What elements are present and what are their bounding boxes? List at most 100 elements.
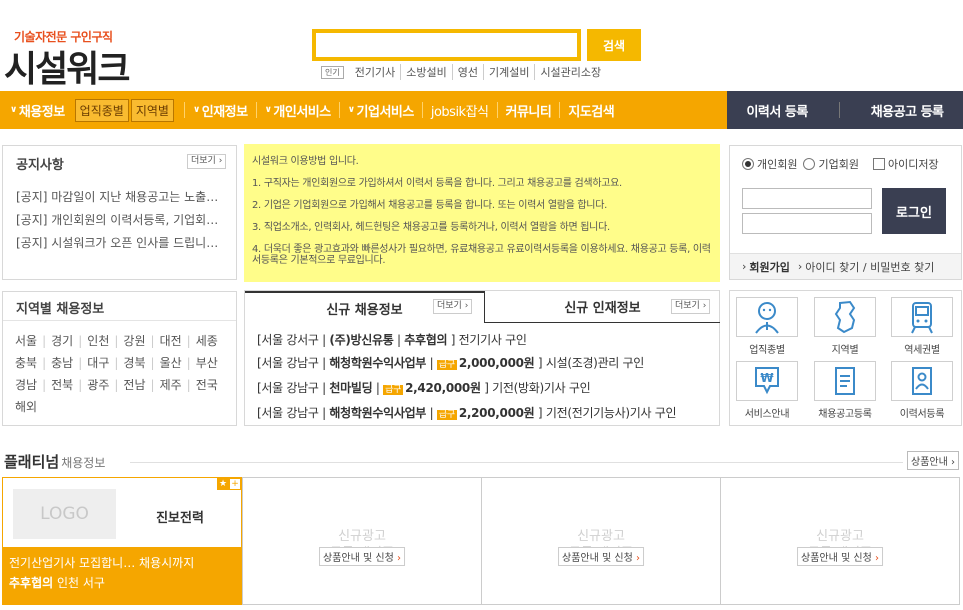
chevron-right-icon: ›	[396, 553, 401, 564]
nav-company-service[interactable]: ∨ 기업서비스	[340, 101, 422, 120]
job-listing[interactable]: [서울 강남구 | 해청학원수익사업부 | 급구 2,200,000원 ] 기전(…	[257, 402, 717, 427]
search-button[interactable]: 검색	[587, 29, 641, 61]
quick-job-register[interactable]: 채용공고등록	[813, 361, 877, 420]
product-info-button[interactable]: 상품안내 ›	[907, 451, 959, 470]
notice-item[interactable]: [공지] 개인회원의 이력서등록, 기업회…	[16, 209, 228, 232]
notice-list: [공지] 마감일이 지난 채용공고는 노출… [공지] 개인회원의 이력서등록,…	[16, 186, 228, 255]
region-row: 서울 | 경기 | 인천 | 강원 | 대전 | 세종	[15, 330, 230, 352]
region-link[interactable]: 전북	[51, 374, 73, 396]
popular-keyword[interactable]: 전기기사	[350, 64, 402, 80]
quick-resume-register[interactable]: 이력서등록	[890, 361, 954, 420]
platinum-ad-slot: 신규광고등록 대기중 상품안내 및 신청 ›	[242, 477, 482, 605]
region-link[interactable]: 대구	[87, 352, 109, 374]
ad-scrap[interactable]: ★ +	[217, 478, 241, 490]
region-link[interactable]: 강원	[123, 330, 145, 352]
nav-sub-region[interactable]: 지역별	[130, 98, 174, 122]
region-link[interactable]: 세종	[196, 330, 218, 352]
site-logo[interactable]: 시설워크	[4, 40, 130, 92]
region-link[interactable]: 인천	[87, 330, 109, 352]
job-listing[interactable]: [서울 강남구 | 해청학원수익사업부 | 급구 2,000,000원 ] 시설(…	[257, 352, 717, 377]
job-listing[interactable]: [서울 강서구 | (주)방신유통 | 추후협의 ] 전기기사 구인	[257, 329, 717, 352]
jobs-more-button[interactable]: 더보기 ›	[433, 299, 473, 314]
region-link[interactable]: 서울	[15, 330, 37, 352]
radio-company[interactable]	[803, 158, 816, 170]
password-input[interactable]	[742, 213, 872, 234]
badge-icon	[891, 361, 953, 401]
save-id-label: 아이디저장	[887, 158, 939, 171]
radio-personal-label: 개인회원	[757, 158, 798, 171]
notice-item[interactable]: [공지] 마감일이 지난 채용공고는 노출…	[16, 186, 228, 209]
nav-sub-industry[interactable]: 업직종별	[74, 98, 129, 122]
job-listing[interactable]: [서울 강남구 | 천마빌딩 | 급구 2,420,000원 ] 기전(방화)기사…	[257, 377, 717, 402]
region-link[interactable]: 부산	[196, 352, 218, 374]
nav-jobs[interactable]: ∨ 채용정보	[0, 101, 73, 120]
radio-company-label: 기업회원	[818, 158, 859, 171]
ad-apply-button[interactable]: 상품안내 및 신청 ›	[319, 547, 405, 566]
popular-keyword[interactable]: 영선	[453, 64, 484, 80]
notice-more-button[interactable]: 더보기 ›	[187, 154, 227, 169]
divider	[3, 320, 236, 321]
main-nav: ∨ 채용정보 업직종별 지역별 ∨ 인재정보 ∨ 개인서비스 ∨ 기업서비스 jobsi…	[0, 91, 963, 129]
region-link[interactable]: 해외	[15, 396, 37, 418]
company-logo-placeholder: LOGO	[13, 489, 116, 539]
notice-item[interactable]: [공지] 시설워크가 오픈 인사를 드립니…	[16, 232, 228, 255]
region-link[interactable]: 경남	[15, 374, 37, 396]
signup-link[interactable]: 회원가입	[749, 259, 789, 275]
notice-title: 공지사항	[16, 158, 64, 173]
popular-keywords: 인기 전기기사 소방설비 영선 기계설비 시설관리소장	[321, 64, 606, 80]
ad-apply-button[interactable]: 상품안내 및 신청 ›	[558, 547, 644, 566]
star-icon: ★	[217, 478, 229, 490]
chevron-down-icon: ∨	[347, 105, 355, 115]
train-icon	[891, 297, 953, 337]
quick-industry[interactable]: 업직종별	[735, 297, 799, 356]
find-account-link[interactable]: 아이디 찾기 / 비밀번호 찾기	[805, 259, 934, 275]
nav-personal-service[interactable]: ∨ 개인서비스	[257, 101, 339, 120]
document-icon	[814, 361, 876, 401]
platinum-ad-slot: 신규광고등록 대기중 상품안내 및 신청 ›	[720, 477, 960, 605]
region-link[interactable]: 충남	[51, 352, 73, 374]
radio-personal[interactable]	[742, 158, 754, 170]
quick-region[interactable]: 지역별	[813, 297, 877, 356]
register-job-button[interactable]: 채용공고 등록	[863, 101, 952, 120]
nav-jobsik[interactable]: jobsik잡식	[423, 101, 497, 120]
nav-map-search[interactable]: 지도검색	[560, 101, 622, 120]
chevron-down-icon: ∨	[264, 105, 272, 115]
region-link[interactable]: 울산	[160, 352, 182, 374]
region-link[interactable]: 대전	[160, 330, 182, 352]
quick-station[interactable]: 역세권별	[890, 297, 954, 356]
region-link[interactable]: 제주	[160, 374, 182, 396]
region-link[interactable]: 경북	[123, 352, 145, 374]
platinum-heading: 플래티넘 채용정보	[4, 451, 105, 472]
usage-guide: 시설워크 이용방법 입니다. 1. 구직자는 개인회원으로 가입하셔서 이력서 …	[244, 144, 720, 282]
region-link[interactable]: 전남	[123, 374, 145, 396]
chevron-right-icon: ›	[218, 156, 223, 166]
register-resume-button[interactable]: 이력서 등록	[738, 101, 815, 120]
platinum-ad-featured[interactable]: LOGO 진보전력 ★ + 전기산업기사 모집합니… 채용시까지 추후협의 인천…	[2, 477, 242, 605]
popular-keyword[interactable]: 소방설비	[401, 64, 453, 80]
ad-company-name: 진보전력	[156, 511, 204, 526]
chevron-right-icon: ›	[635, 553, 640, 564]
userid-input[interactable]	[742, 188, 872, 209]
login-button[interactable]: 로그인	[882, 188, 946, 234]
ad-apply-button[interactable]: 상품안내 및 신청 ›	[797, 547, 883, 566]
quick-service[interactable]: ₩ 서비스안내	[735, 361, 799, 420]
nav-talent[interactable]: ∨ 인재정보	[185, 101, 256, 120]
search-input[interactable]	[312, 29, 581, 61]
region-link[interactable]: 충북	[15, 352, 37, 374]
login-options: 개인회원 기업회원 아이디저장	[742, 156, 939, 172]
region-link[interactable]: 광주	[87, 374, 109, 396]
guide-line: 시설워크 이용방법 입니다.	[252, 156, 359, 167]
popular-keyword[interactable]: 시설관리소장	[535, 64, 606, 80]
chevron-right-icon: ›	[951, 457, 955, 468]
region-link[interactable]: 전국	[196, 374, 218, 396]
nav-community[interactable]: 커뮤니티	[498, 101, 560, 120]
platinum-ad-slot: 신규광고등록 대기중 상품안내 및 신청 ›	[481, 477, 721, 605]
region-link[interactable]: 경기	[51, 330, 73, 352]
guide-line: 4. 더욱더 좋은 광고효과와 빠른성사가 필요하면, 유료채용공고 유료이력서…	[252, 244, 711, 266]
ad-job-title: 전기산업기사 모집합니… 채용시까지	[9, 556, 195, 570]
urgent-badge: 급구	[436, 410, 457, 420]
talent-more-button[interactable]: 더보기 ›	[671, 299, 711, 314]
save-id-checkbox[interactable]	[872, 158, 885, 170]
region-list: 서울 | 경기 | 인천 | 강원 | 대전 | 세종 충북 | 충남 | 대구 | 경북 | 울…	[15, 330, 230, 418]
popular-keyword[interactable]: 기계설비	[484, 64, 536, 80]
